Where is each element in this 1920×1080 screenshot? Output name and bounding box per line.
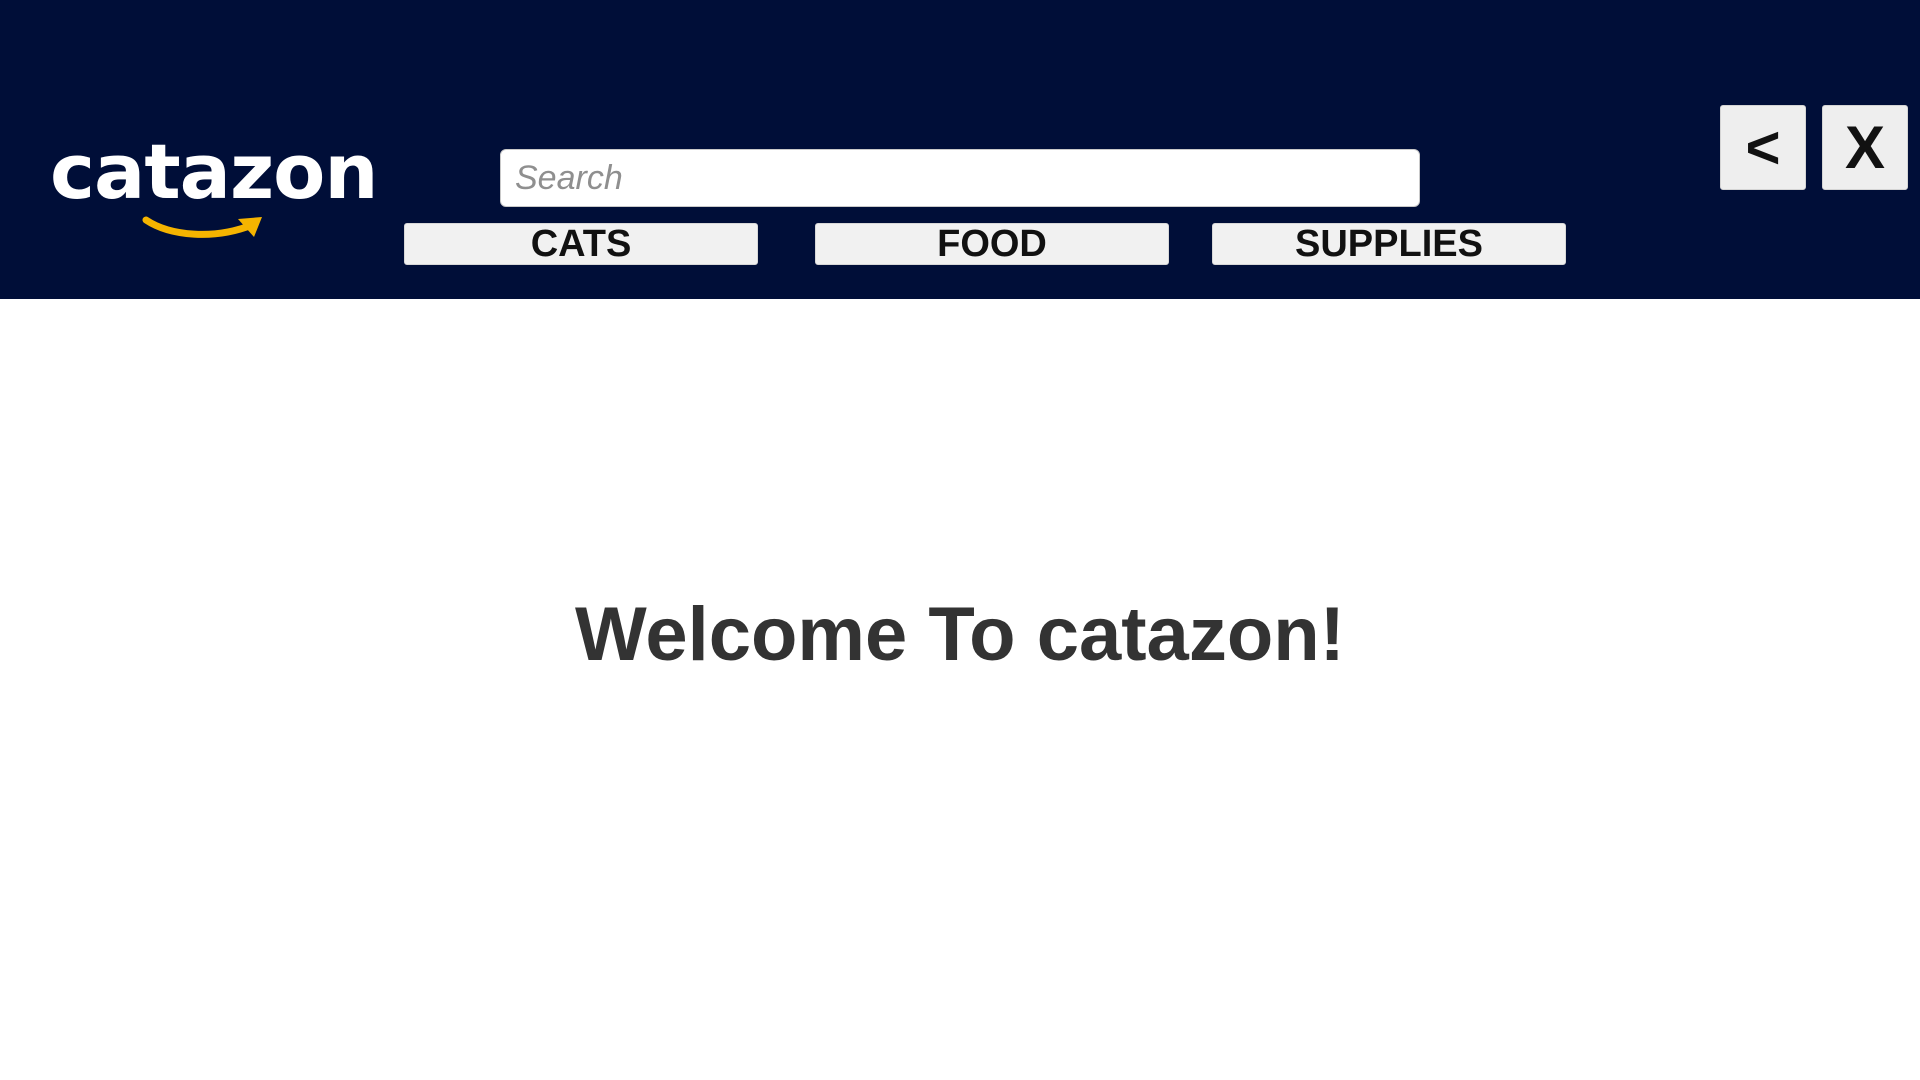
welcome-heading: Welcome To catazon! — [575, 592, 1345, 677]
header-bar: catazon CATS FOOD SUPPLIES < X — [0, 0, 1920, 299]
search-input[interactable] — [500, 149, 1420, 207]
close-button[interactable]: X — [1822, 105, 1908, 190]
logo-text: catazon — [50, 127, 379, 216]
catazon-logo[interactable]: catazon — [50, 126, 379, 248]
food-button[interactable]: FOOD — [815, 223, 1169, 265]
smile-arrow-icon — [142, 216, 262, 238]
supplies-button[interactable]: SUPPLIES — [1212, 223, 1566, 265]
back-button[interactable]: < — [1720, 105, 1806, 190]
cats-button[interactable]: CATS — [404, 223, 758, 265]
